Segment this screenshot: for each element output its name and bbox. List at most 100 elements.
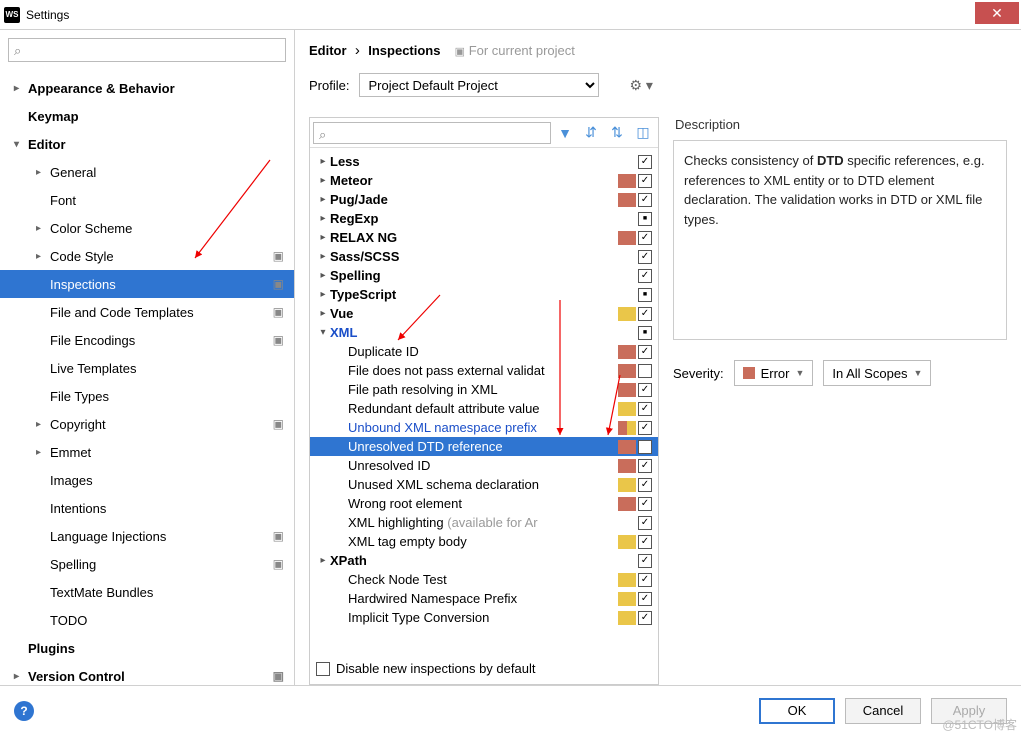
chevron-right-icon: ▸	[316, 156, 330, 167]
inspection-row[interactable]: File path resolving in XML	[310, 380, 658, 399]
inspection-checkbox[interactable]	[638, 269, 652, 283]
inspection-checkbox[interactable]	[638, 307, 652, 321]
sidebar-item-inspections[interactable]: Inspections▣	[0, 270, 294, 298]
collapse-icon[interactable]: ⇅	[605, 122, 629, 144]
severity-label: Severity:	[673, 366, 724, 381]
inspection-row[interactable]: Redundant default attribute value	[310, 399, 658, 418]
expand-icon[interactable]: ⇵	[579, 122, 603, 144]
inspection-row[interactable]: Unused XML schema declaration	[310, 475, 658, 494]
inspection-row[interactable]: Unresolved DTD reference	[310, 437, 658, 456]
sidebar-item-file-and-code-templates[interactable]: File and Code Templates▣	[0, 298, 294, 326]
sidebar-item-copyright[interactable]: ▸Copyright▣	[0, 410, 294, 438]
inspection-checkbox[interactable]	[638, 516, 652, 530]
sidebar-search-input[interactable]	[8, 38, 286, 62]
inspection-checkbox[interactable]	[638, 554, 652, 568]
inspection-row[interactable]: ▸Pug/Jade	[310, 190, 658, 209]
sidebar-item-plugins[interactable]: Plugins	[0, 634, 294, 662]
inspection-checkbox[interactable]	[638, 383, 652, 397]
sidebar-item-file-types[interactable]: File Types	[0, 382, 294, 410]
sidebar-item-keymap[interactable]: Keymap	[0, 102, 294, 130]
inspection-row[interactable]: Implicit Type Conversion	[310, 608, 658, 627]
inspection-row[interactable]: Hardwired Namespace Prefix	[310, 589, 658, 608]
inspection-checkbox[interactable]	[638, 440, 652, 454]
settings-tree[interactable]: ▸Appearance & Behavior Keymap ▾Editor▸Gene…	[0, 70, 294, 685]
inspection-row[interactable]: ▸Meteor	[310, 171, 658, 190]
sidebar-item-version-control[interactable]: ▸Version Control▣	[0, 662, 294, 685]
inspection-checkbox[interactable]	[638, 174, 652, 188]
profile-row: Profile: Project Default Project ⚙ ▾	[309, 73, 1007, 97]
inspections-tree[interactable]: ▸Less▸Meteor▸Pug/Jade▸RegExp▸RELAX NG▸Sa…	[310, 148, 658, 653]
inspection-row[interactable]: ▸RELAX NG	[310, 228, 658, 247]
inspection-row[interactable]: ▸Sass/SCSS	[310, 247, 658, 266]
inspection-checkbox[interactable]	[638, 288, 652, 302]
project-scope-icon: ▣	[273, 305, 284, 319]
inspection-label: File path resolving in XML	[330, 382, 618, 397]
inspection-checkbox[interactable]	[638, 250, 652, 264]
help-icon[interactable]: ?	[14, 701, 34, 721]
inspection-row[interactable]: Wrong root element	[310, 494, 658, 513]
inspection-checkbox[interactable]	[638, 611, 652, 625]
app-icon: WS	[4, 7, 20, 23]
inspection-checkbox[interactable]	[638, 535, 652, 549]
inspection-checkbox[interactable]	[638, 402, 652, 416]
close-button[interactable]: ✕	[975, 2, 1019, 24]
sidebar-item-general[interactable]: ▸General	[0, 158, 294, 186]
inspection-checkbox[interactable]	[638, 231, 652, 245]
sidebar-item-emmet[interactable]: ▸Emmet	[0, 438, 294, 466]
inspection-label: Check Node Test	[330, 572, 618, 587]
description-text-bold: DTD	[817, 153, 844, 168]
inspection-row[interactable]: Unresolved ID	[310, 456, 658, 475]
filter-icon[interactable]: ▼	[553, 122, 577, 144]
gear-icon[interactable]: ⚙ ▾	[609, 77, 652, 94]
inspection-checkbox[interactable]	[638, 212, 652, 226]
inspection-checkbox[interactable]	[638, 421, 652, 435]
reset-icon[interactable]: ◫	[631, 122, 655, 144]
inspection-row[interactable]: Check Node Test	[310, 570, 658, 589]
inspection-checkbox[interactable]	[638, 326, 652, 340]
inspection-row[interactable]: XML tag empty body	[310, 532, 658, 551]
severity-scope-select[interactable]: In All Scopes ▼	[823, 360, 931, 386]
inspections-search-input[interactable]	[313, 122, 551, 144]
inspection-row[interactable]: XML highlighting (available for Ar	[310, 513, 658, 532]
search-icon: ⌕	[319, 127, 326, 143]
sidebar-item-file-encodings[interactable]: File Encodings▣	[0, 326, 294, 354]
sidebar-item-label: Keymap	[28, 109, 79, 124]
inspection-checkbox[interactable]	[638, 155, 652, 169]
inspection-row[interactable]: ▸Spelling	[310, 266, 658, 285]
inspection-row[interactable]: ▸Vue	[310, 304, 658, 323]
inspection-checkbox[interactable]	[638, 592, 652, 606]
inspection-checkbox[interactable]	[638, 497, 652, 511]
sidebar-item-spelling[interactable]: Spelling▣	[0, 550, 294, 578]
profile-select[interactable]: Project Default Project	[359, 73, 599, 97]
inspection-row[interactable]: ▸RegExp	[310, 209, 658, 228]
sidebar-item-language-injections[interactable]: Language Injections▣	[0, 522, 294, 550]
sidebar-item-font[interactable]: Font	[0, 186, 294, 214]
inspection-checkbox[interactable]	[638, 345, 652, 359]
sidebar-item-live-templates[interactable]: Live Templates	[0, 354, 294, 382]
severity-level-select[interactable]: Error ▼	[734, 360, 814, 386]
inspection-checkbox[interactable]	[638, 364, 652, 378]
inspection-checkbox[interactable]	[638, 459, 652, 473]
inspection-row[interactable]: ▸TypeScript	[310, 285, 658, 304]
inspection-checkbox[interactable]	[638, 478, 652, 492]
sidebar-item-images[interactable]: Images	[0, 466, 294, 494]
disable-new-checkbox[interactable]	[316, 662, 330, 676]
sidebar-item-editor[interactable]: ▾Editor	[0, 130, 294, 158]
ok-button[interactable]: OK	[759, 698, 835, 724]
inspection-label: Implicit Type Conversion	[330, 610, 618, 625]
inspection-row[interactable]: ▸XPath	[310, 551, 658, 570]
sidebar-item-textmate-bundles[interactable]: TextMate Bundles	[0, 578, 294, 606]
sidebar-item-intentions[interactable]: Intentions	[0, 494, 294, 522]
inspection-checkbox[interactable]	[638, 193, 652, 207]
sidebar-item-todo[interactable]: TODO	[0, 606, 294, 634]
cancel-button[interactable]: Cancel	[845, 698, 921, 724]
sidebar-item-color-scheme[interactable]: ▸Color Scheme	[0, 214, 294, 242]
inspection-row[interactable]: Unbound XML namespace prefix	[310, 418, 658, 437]
sidebar-item-code-style[interactable]: ▸Code Style▣	[0, 242, 294, 270]
inspection-checkbox[interactable]	[638, 573, 652, 587]
inspection-row[interactable]: ▾XML	[310, 323, 658, 342]
inspection-row[interactable]: File does not pass external validat	[310, 361, 658, 380]
inspection-row[interactable]: ▸Less	[310, 152, 658, 171]
sidebar-item-appearance-behavior[interactable]: ▸Appearance & Behavior	[0, 74, 294, 102]
inspection-row[interactable]: Duplicate ID	[310, 342, 658, 361]
